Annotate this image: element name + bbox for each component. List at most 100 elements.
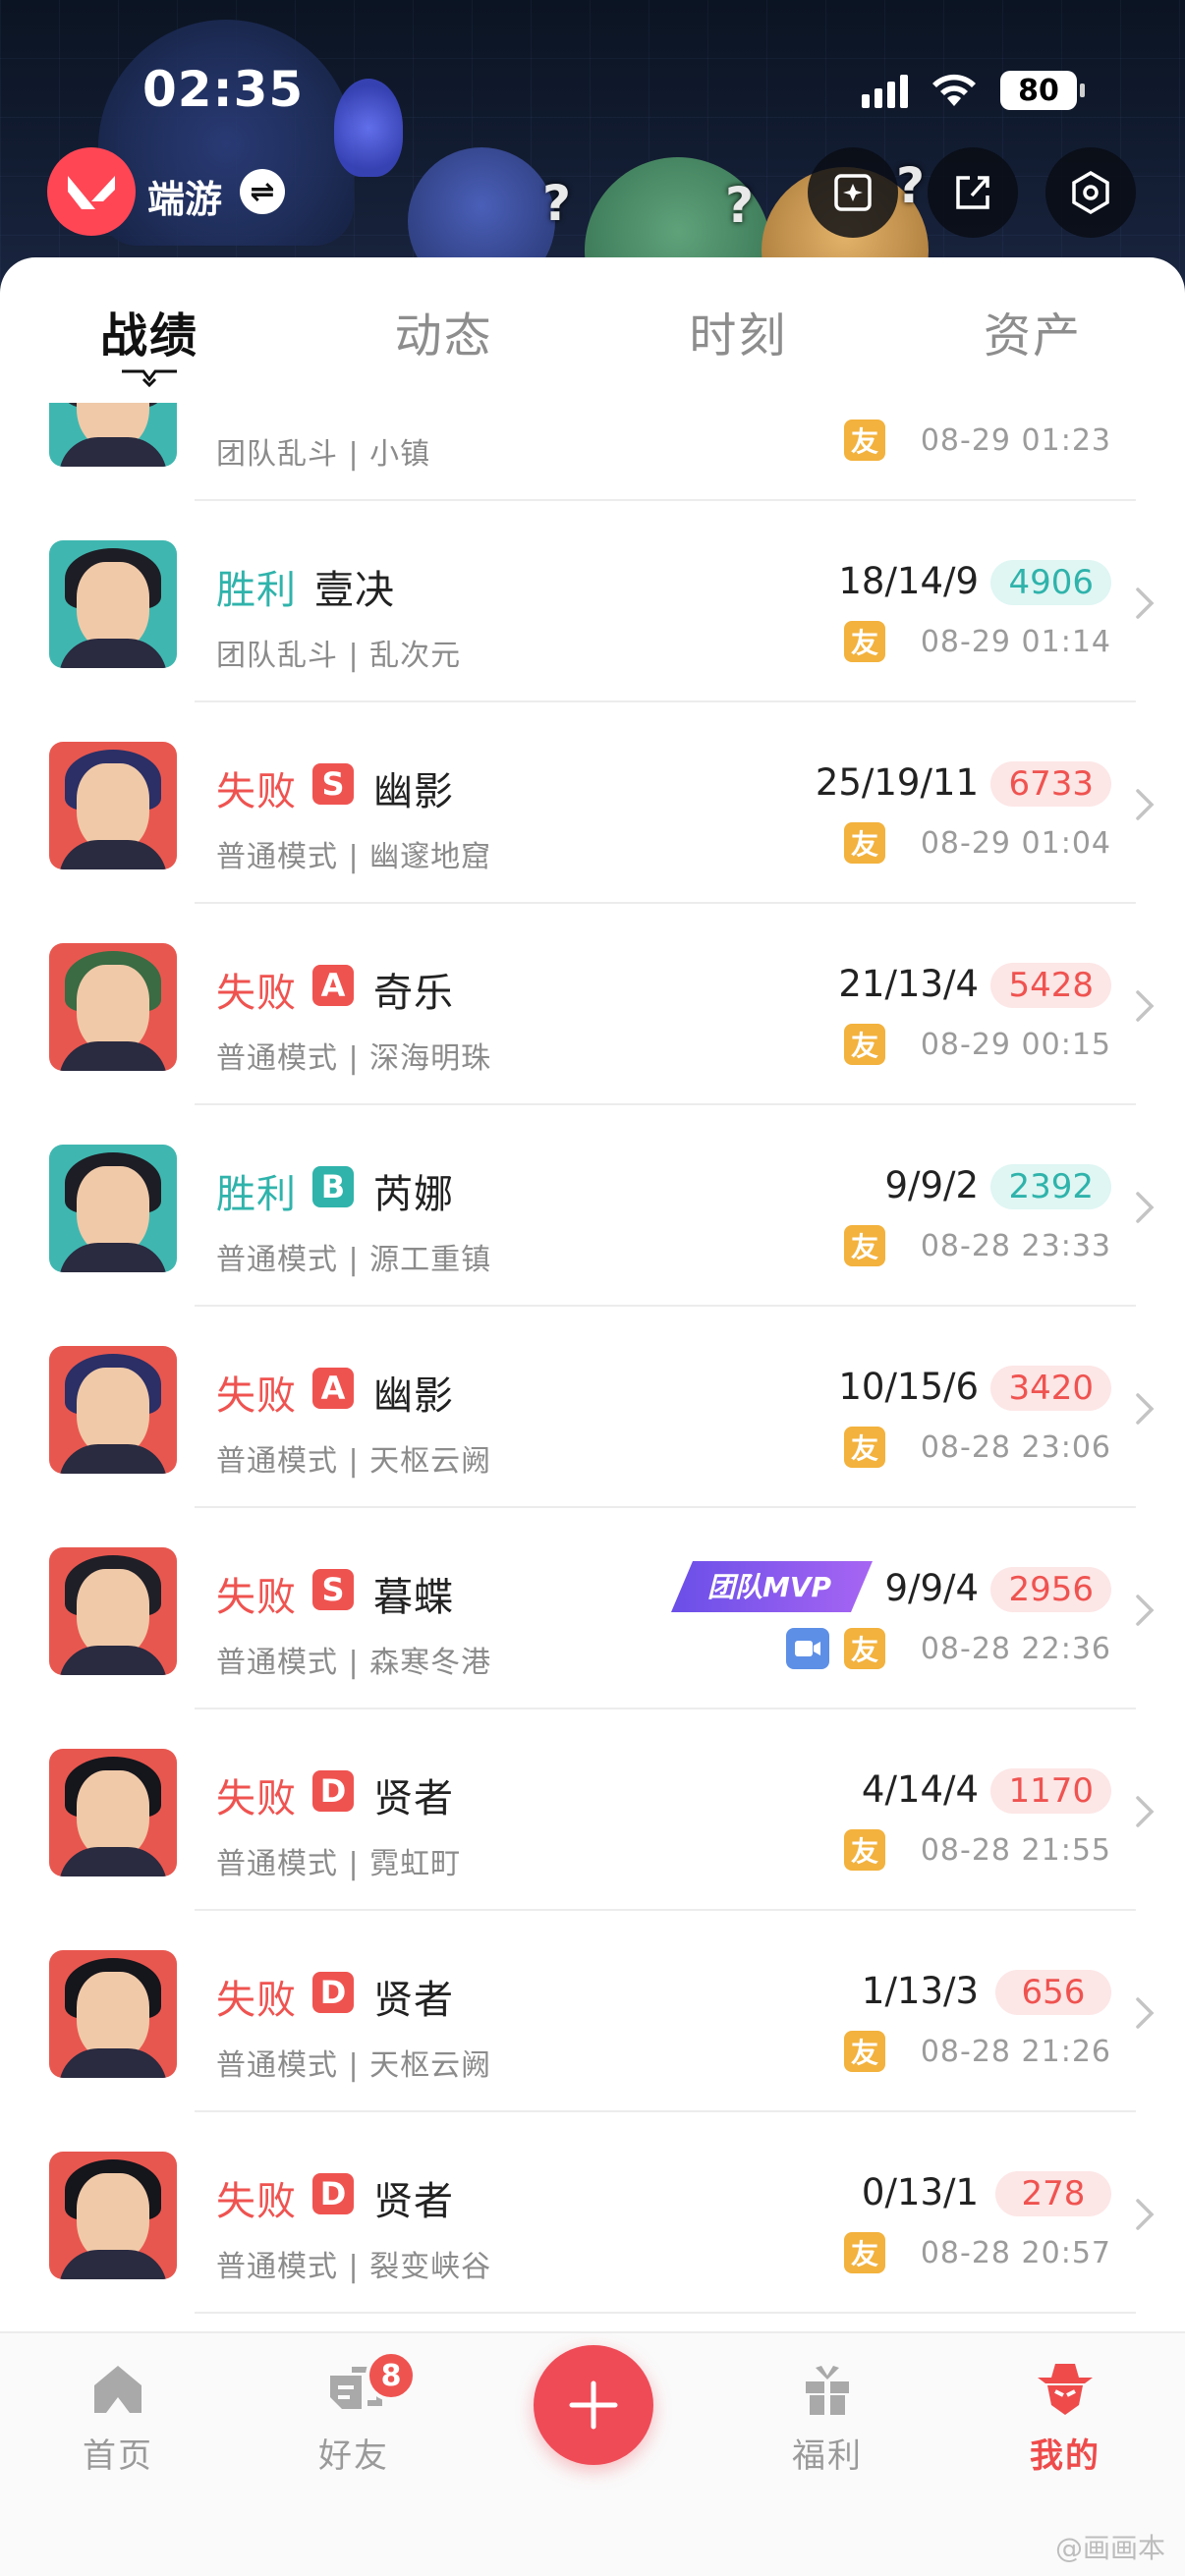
match-rank-badge: B [312,1166,354,1207]
match-time: 08-28 23:33 [920,1229,1111,1263]
avatar-face [77,562,149,650]
create-post-button[interactable] [534,2345,653,2465]
match-time: 08-29 01:23 [920,423,1111,458]
nav-home[interactable]: 首页 [49,2358,187,2477]
agent-name: 芮娜 [373,1172,454,1217]
avatar-body [59,1444,167,1474]
profile-agent-icon [1038,2364,1093,2415]
match-score: 2956 [990,1567,1111,1612]
agent-name: 壹决 [314,568,395,613]
tab-records[interactable]: 战绩 [100,297,198,387]
gift-icon [806,2366,849,2415]
sparkle-card-icon[interactable] [808,147,898,238]
match-time: 08-29 00:15 [920,1028,1111,1062]
avatar-face [77,1368,149,1456]
chevron-right-icon [1136,2199,1155,2230]
nav-profile[interactable]: 我的 [996,2358,1134,2477]
avatar-body [59,1243,167,1272]
tab-assets[interactable]: 资产 [984,297,1082,365]
match-mode-map: 普通模式 | 天枢云阙 [216,2048,492,2083]
friend-party-tag: 友 [844,621,885,662]
agent-avatar [49,1547,177,1675]
question-mark-deco: ? [725,177,755,234]
nav-benefits[interactable]: 福利 [759,2358,896,2477]
battery-icon: 80 [1000,71,1085,110]
match-row[interactable]: 失败 D 贤者 普通模式 | 裂变峡谷 0/13/1 278 友 08-28 20:57 [0,2112,1185,2314]
match-row[interactable]: 失败 A 奇乐 普通模式 | 深海明珠 21/13/4 5428 友 08-29 00:15 [0,904,1185,1105]
match-history-scroll: 团队乱斗 | 小镇友 08-29 01:23 胜利 壹决 团队乱斗 | 乱次元 18/1… [0,403,1185,2314]
match-mode-map: 普通模式 | 裂变峡谷 [216,2250,492,2284]
match-mode-map: 团队乱斗 | 乱次元 [216,639,462,673]
match-score: 656 [995,1970,1111,2015]
match-result: 失败 [216,1978,297,2023]
switch-arrows-icon[interactable]: ⇌ [240,169,285,214]
match-result: 失败 [216,1776,297,1821]
match-row[interactable]: 失败 D 贤者 普通模式 | 天枢云阙 1/13/3 656 友 08-28 21:26 [0,1911,1185,2112]
match-row[interactable]: 胜利 B 芮娜 普通模式 | 源工重镇 9/9/2 2392 友 08-28 23:33 [0,1105,1185,1307]
tab-label: 动态 [394,308,493,364]
match-row[interactable]: 团队乱斗 | 小镇 友 08-29 01:23 [0,403,1185,501]
share-icon[interactable] [928,147,1018,238]
match-time: 08-28 22:36 [920,1632,1111,1666]
avatar-face [77,763,149,852]
match-mode-map: 普通模式 | 霓虹町 [216,1847,462,1881]
nav-label: 我的 [1030,2436,1100,2476]
match-row[interactable]: 失败 S 暮蝶 普通模式 | 森寒冬港 团队MVP 9/9/4 2956 友 08-28 … [0,1508,1185,1709]
tab-bar: 战绩 动态 时刻 资产 [0,257,1185,405]
match-row[interactable]: 失败 D 贤者 普通模式 | 霓虹町 4/14/4 1170 友 08-28 21:55 [0,1709,1185,1911]
friend-party-tag: 友 [844,2232,885,2273]
avatar-face [77,965,149,1053]
avatar-face [77,1569,149,1657]
match-row[interactable]: 失败 S 幽影 普通模式 | 幽邃地窟 25/19/11 6733 友 08-29 01:04 [0,702,1185,904]
chevron-right-icon [1136,1997,1155,2029]
match-row[interactable]: 失败 A 幽影 普通模式 | 天枢云阙 10/15/6 3420 友 08-28 23:06 [0,1307,1185,1508]
match-mode-map: 团队乱斗 | 小镇 [216,437,431,472]
friend-party-tag: 友 [844,1024,885,1065]
agent-avatar [49,1749,177,1876]
match-score: 6733 [990,761,1111,807]
match-kda: 4/14/4 [861,1768,979,1811]
watermark: @画画本 [1054,2532,1165,2564]
friend-party-tag: 友 [844,822,885,864]
agent-avatar [49,1145,177,1272]
chevron-right-icon [1136,588,1155,619]
match-mode-map: 普通模式 | 森寒冬港 [216,1646,492,1680]
match-time: 08-28 21:55 [920,1833,1111,1868]
match-row[interactable]: 胜利 壹决 团队乱斗 | 乱次元 18/14/9 4906 友 08-29 01:14 [0,501,1185,702]
plus-icon [569,2380,618,2430]
match-result: 失败 [216,971,297,1016]
match-kda: 0/13/1 [861,2171,979,2213]
valorant-logo-icon[interactable] [47,147,136,236]
match-result: 胜利 [216,1172,297,1217]
match-time: 08-28 23:06 [920,1430,1111,1465]
friend-party-tag: 友 [844,420,885,461]
settings-hex-icon[interactable] [1045,147,1136,238]
match-rank-badge: A [312,1368,354,1409]
avatar-face [77,1770,149,1859]
nav-label: 福利 [792,2436,863,2476]
chevron-right-icon [1136,1595,1155,1626]
match-score: 4906 [990,560,1111,605]
match-rank-badge: D [312,1770,354,1812]
bottom-navigation: 首页 好友 8 福利 我的 @画画本 [0,2331,1185,2576]
match-history-list[interactable]: 团队乱斗 | 小镇友 08-29 01:23 胜利 壹决 团队乱斗 | 乱次元 18/1… [0,403,1185,2333]
home-icon [94,2366,141,2413]
match-time: 08-28 21:26 [920,2035,1111,2069]
match-result: 失败 [216,1373,297,1419]
video-record-icon[interactable] [786,1628,829,1669]
match-score: 2392 [990,1164,1111,1209]
agent-avatar [49,2152,177,2279]
avatar-face [77,1166,149,1255]
status-icons: 80 [862,71,1085,110]
game-platform-label[interactable]: 端游 [147,169,222,223]
tab-moments[interactable]: 时刻 [689,297,787,365]
agent-name: 暮蝶 [373,1575,454,1620]
chevron-right-icon [1136,1796,1155,1827]
chevron-right-icon [1136,1192,1155,1223]
profile-header: ? ? ? 02:35 80 端游 ⇌ [0,0,1185,295]
content-card: 战绩 动态 时刻 资产 [0,257,1185,405]
agent-name: 贤者 [373,1978,454,2023]
nav-friends[interactable]: 好友 8 [285,2350,423,2477]
tab-feed[interactable]: 动态 [395,297,493,365]
match-mode-map: 普通模式 | 源工重镇 [216,1243,492,1277]
